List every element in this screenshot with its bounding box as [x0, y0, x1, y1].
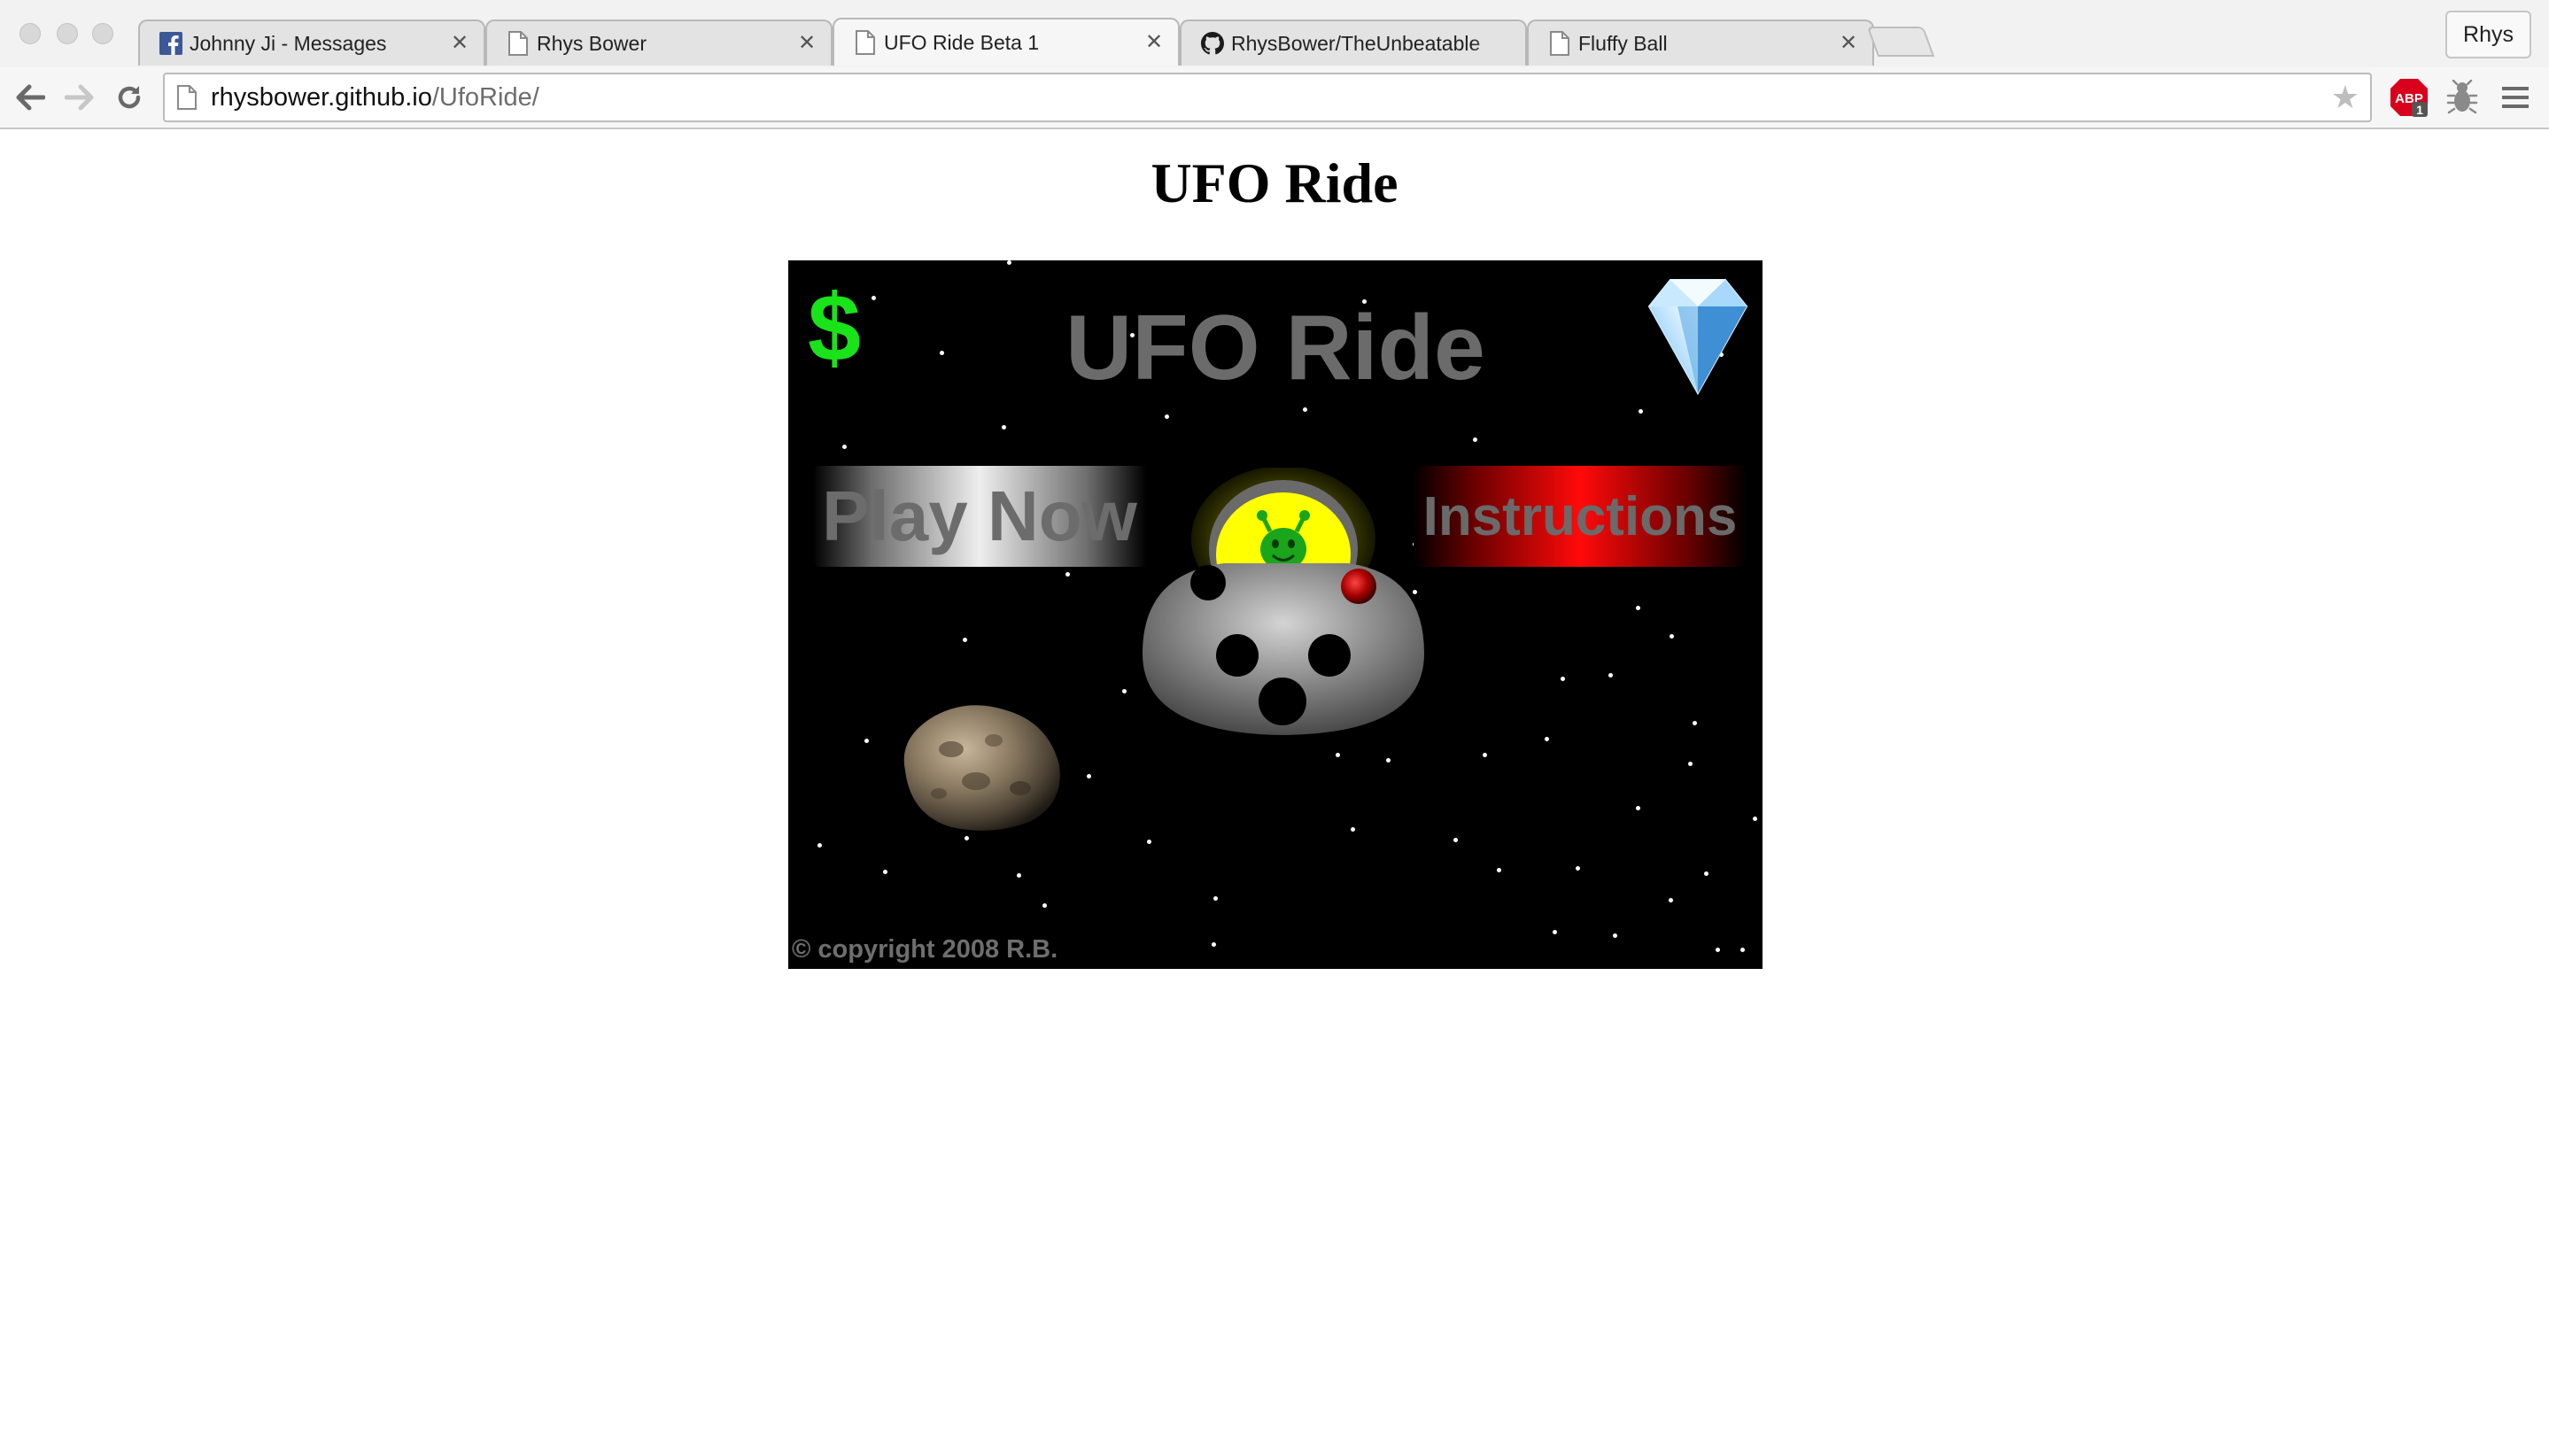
url-text[interactable]: rhysbower.github.io/UfoRide/ [211, 83, 539, 112]
star-dot [1704, 871, 1709, 876]
close-tab-icon[interactable]: ✕ [448, 32, 471, 55]
navigation-toolbar: rhysbower.github.io/UfoRide/ ★ ABP 1 [0, 67, 2549, 128]
close-tab-icon[interactable]: ✕ [1143, 31, 1166, 54]
star-dot [1212, 942, 1217, 947]
tab-title: UFO Ride Beta 1 [884, 30, 1040, 54]
tab-rhys-bower[interactable]: Rhys Bower ✕ [485, 19, 833, 66]
tab-title: RhysBower/TheUnbeatable [1231, 31, 1481, 55]
star-dot [1552, 930, 1557, 934]
tab-github-repo[interactable]: RhysBower/TheUnbeatable [1180, 19, 1527, 66]
star-dot [1006, 260, 1011, 265]
tab-strip: Johnny Ji - Messages ✕ Rhys Bower ✕ UFO … [0, 0, 2549, 66]
tab-title: Rhys Bower [537, 31, 647, 55]
game-title: UFO Ride [1065, 297, 1485, 399]
tab-ufo-ride-beta-1[interactable]: UFO Ride Beta 1 ✕ [833, 18, 1180, 66]
adblock-plus-icon[interactable]: ABP 1 [2388, 76, 2430, 119]
tab-johnny-ji-messages[interactable]: Johnny Ji - Messages ✕ [138, 19, 485, 66]
star-dot [1350, 827, 1355, 832]
star-dot [1482, 753, 1487, 757]
star-dot [1472, 438, 1477, 442]
url-path: /UfoRide/ [431, 83, 539, 112]
star-dot [1002, 425, 1007, 430]
star-dot [1608, 673, 1613, 678]
page-icon [177, 85, 197, 114]
page-heading: UFO Ride [1151, 151, 1398, 214]
page-icon [854, 30, 877, 55]
svg-text:1: 1 [2416, 103, 2423, 117]
star-dot [1715, 948, 1720, 952]
star-dot [1668, 898, 1673, 902]
bookmark-star-icon[interactable]: ★ [2331, 81, 2359, 113]
play-now-button[interactable]: Play Now [813, 466, 1146, 567]
back-arrow-icon[interactable] [11, 78, 50, 117]
star-dot [1016, 873, 1021, 878]
star-dot [1146, 840, 1151, 844]
star-dot [1670, 634, 1675, 639]
menu-icon[interactable] [2494, 76, 2537, 119]
page-icon [507, 31, 530, 56]
github-icon [1201, 31, 1224, 56]
star-dot [1753, 817, 1758, 821]
star-dot [1497, 868, 1502, 872]
tab-fluffy-ball[interactable]: Fluffy Ball ✕ [1527, 19, 1874, 66]
address-bar[interactable]: rhysbower.github.io/UfoRide/ ★ [163, 73, 2372, 122]
asteroid-icon[interactable] [889, 696, 1066, 836]
star-dot [964, 836, 969, 840]
star-dot [1065, 572, 1070, 577]
ufo-icon[interactable] [1135, 468, 1428, 760]
star-dot [1687, 762, 1693, 766]
star-dot [1693, 721, 1698, 725]
tab-title: Fluffy Ball [1578, 31, 1668, 55]
url-host: rhysbower.github.io [211, 83, 432, 112]
star-dot [1575, 866, 1580, 871]
star-dot [1303, 407, 1308, 412]
star-dot [1544, 737, 1549, 741]
star-dot [1639, 409, 1644, 414]
bug-icon[interactable] [2441, 76, 2483, 119]
star-dot [841, 445, 847, 449]
star-dot [1613, 933, 1618, 938]
diamond-icon[interactable] [1646, 276, 1750, 395]
star-dot [864, 739, 870, 743]
reload-icon[interactable] [110, 78, 149, 117]
facebook-icon [159, 31, 182, 56]
close-tab-icon[interactable]: ✕ [1837, 32, 1860, 55]
instructions-button[interactable]: Instructions [1414, 466, 1747, 567]
star-dot [962, 638, 967, 642]
star-dot [1042, 903, 1048, 908]
star-dot [1453, 838, 1458, 842]
star-dot [1213, 896, 1219, 901]
tab-title: Johnny Ji - Messages [190, 31, 387, 55]
star-dot [817, 843, 823, 848]
browser-chrome: Johnny Ji - Messages ✕ Rhys Bower ✕ UFO … [0, 0, 2549, 129]
star-dot [1165, 414, 1170, 419]
star-dot [1086, 774, 1091, 778]
profile-button[interactable]: Rhys [2445, 11, 2531, 58]
star-dot [882, 870, 887, 874]
star-dot [1561, 677, 1566, 681]
star-dot [1635, 806, 1640, 810]
page-icon [1548, 31, 1571, 56]
star-dot [1635, 606, 1640, 610]
close-tab-icon[interactable]: ✕ [795, 32, 818, 55]
star-dot [1122, 689, 1127, 693]
copyright-text: © copyright 2008 R.B. [792, 935, 1058, 964]
star-dot [1739, 948, 1745, 952]
game-canvas[interactable]: $ UFO Ride Play Now Instructions © copyr… [788, 260, 1763, 969]
forward-arrow-icon[interactable] [60, 78, 99, 117]
new-tab-button[interactable] [1866, 27, 1935, 57]
